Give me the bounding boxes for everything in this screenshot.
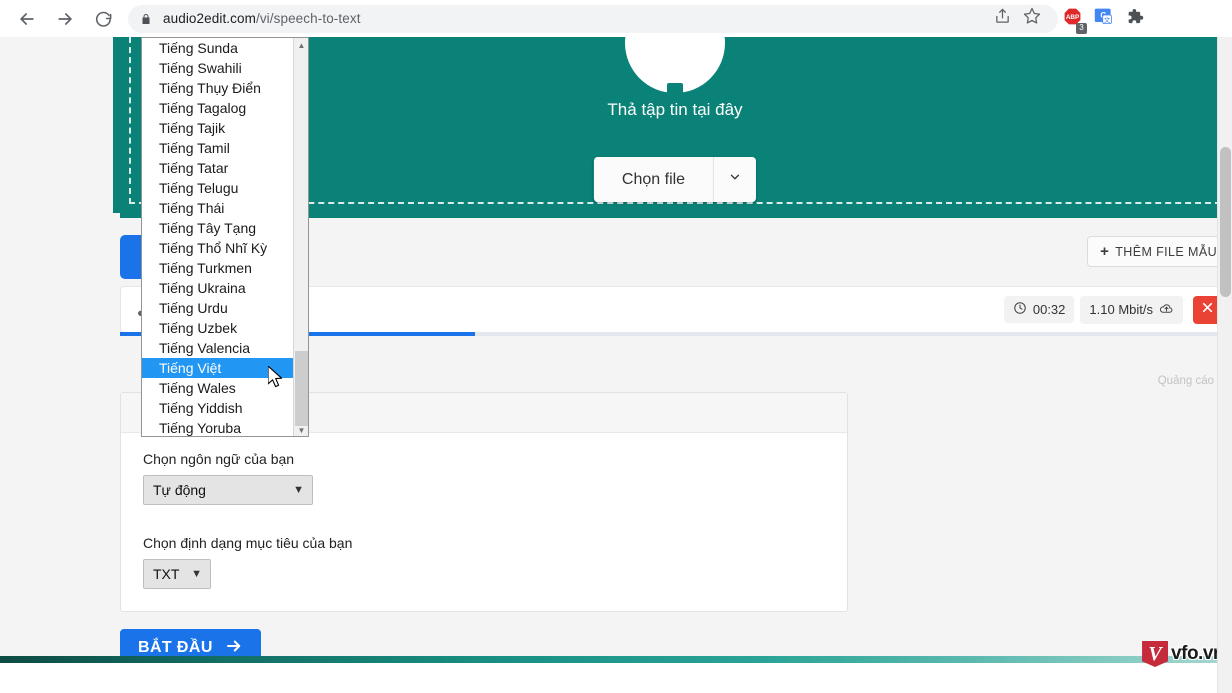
triangle-up-icon[interactable]: ▲	[294, 38, 309, 53]
page-scrollbar[interactable]	[1217, 37, 1232, 693]
language-dropdown-popup[interactable]: Tiếng SundaTiếng SwahiliTiếng Thụy ĐiểnT…	[141, 37, 309, 437]
extensions-button[interactable]	[1120, 5, 1148, 33]
language-option[interactable]: Tiếng Uzbek	[142, 318, 295, 338]
star-icon	[1023, 7, 1041, 30]
language-option[interactable]: Tiếng Sunda	[142, 38, 295, 58]
chevron-down-icon	[728, 170, 742, 189]
choose-file-dropdown-button[interactable]	[714, 157, 756, 202]
add-sample-file-button[interactable]: + THÊM FILE MẪU	[1087, 236, 1230, 267]
svg-text:ABP: ABP	[1065, 13, 1078, 20]
vfo-watermark: V vfo.vn	[1142, 641, 1224, 667]
share-icon	[994, 8, 1011, 30]
clock-icon	[1013, 301, 1027, 318]
start-button-label: BẮT ĐẦU	[138, 639, 213, 657]
upload-time-chip: 00:32	[1004, 296, 1075, 323]
language-dropdown-scrollbar-thumb[interactable]	[295, 351, 308, 426]
page-scrollbar-thumb[interactable]	[1220, 147, 1231, 297]
language-select-label: Chọn ngôn ngữ của bạn	[143, 451, 825, 467]
language-option[interactable]: Tiếng Tây Tạng	[142, 218, 295, 238]
google-translate-icon: G文	[1094, 7, 1113, 31]
forward-button[interactable]	[50, 4, 80, 34]
plus-icon: +	[1100, 244, 1109, 259]
reload-button[interactable]	[88, 4, 118, 34]
footer-white-strip	[0, 663, 1232, 693]
language-option[interactable]: Tiếng Thổ Nhĩ Kỳ	[142, 238, 295, 258]
address-bar[interactable]: audio2edit.com/vi/speech-to-text	[128, 5, 1058, 33]
cloud-upload-icon	[1159, 301, 1174, 319]
extensions-toolbar: ABP 3 G文	[1058, 5, 1148, 33]
screenshot-root: audio2edit.com/vi/speech-to-text ABP	[0, 0, 1232, 693]
back-arrow-icon	[17, 9, 37, 29]
language-select[interactable]: Tự động	[143, 475, 313, 505]
format-select[interactable]: TXT	[143, 559, 211, 589]
close-x-icon	[1201, 301, 1214, 319]
language-option[interactable]: Tiếng Turkmen	[142, 258, 295, 278]
language-option[interactable]: Tiếng Urdu	[142, 298, 295, 318]
language-option[interactable]: Tiếng Thụy Điển	[142, 78, 295, 98]
language-option[interactable]: Tiếng Yiddish	[142, 398, 295, 418]
triangle-down-icon[interactable]: ▼	[294, 423, 309, 437]
language-option[interactable]: Tiếng Swahili	[142, 58, 295, 78]
upload-speed-chip: 1.10 Mbit/s	[1080, 296, 1183, 324]
back-button[interactable]	[12, 4, 42, 34]
ad-label: Quảng cáo	[1158, 375, 1214, 387]
translate-button[interactable]: G文	[1089, 5, 1117, 33]
forward-arrow-icon	[55, 9, 75, 29]
adblock-badge: 3	[1076, 23, 1087, 34]
language-dropdown-scrollbar[interactable]: ▲ ▼	[293, 38, 308, 437]
share-button[interactable]	[988, 5, 1016, 33]
svg-text:文: 文	[1103, 15, 1110, 24]
language-option[interactable]: Tiếng Wales	[142, 378, 295, 398]
language-option[interactable]: Tiếng Tagalog	[142, 98, 295, 118]
language-option[interactable]: Tiếng Valencia	[142, 338, 295, 358]
language-option-list: Tiếng SundaTiếng SwahiliTiếng Thụy ĐiểnT…	[142, 38, 295, 437]
puzzle-extensions-icon	[1125, 7, 1144, 31]
url-path: /vi/speech-to-text	[256, 11, 361, 26]
url-text: audio2edit.com/vi/speech-to-text	[163, 11, 361, 26]
options-card-body: Chọn ngôn ngữ của bạn Tự động ▼ Chọn địn…	[121, 433, 847, 607]
file-meta-group: 00:32 1.10 Mbit/s	[1004, 296, 1229, 324]
format-select-wrap: TXT ▼	[143, 559, 211, 589]
browser-toolbar: audio2edit.com/vi/speech-to-text ABP	[0, 0, 1232, 37]
language-option[interactable]: Tiếng Tatar	[142, 158, 295, 178]
language-option[interactable]: Tiếng Thái	[142, 198, 295, 218]
footer-gradient-bar	[0, 656, 1232, 663]
language-select-wrap: Tự động ▼	[143, 475, 313, 505]
upload-time-value: 00:32	[1033, 302, 1066, 317]
language-option[interactable]: Tiếng Việt	[142, 358, 295, 378]
lock-icon	[140, 12, 152, 26]
choose-file-group: Chọn file	[594, 157, 756, 202]
language-option[interactable]: Tiếng Tajik	[142, 118, 295, 138]
choose-file-button[interactable]: Chọn file	[594, 157, 714, 202]
language-option[interactable]: Tiếng Ukraina	[142, 278, 295, 298]
url-host: audio2edit.com	[163, 11, 256, 26]
language-option[interactable]: Tiếng Yoruba	[142, 418, 295, 437]
vfo-logo-icon: V	[1142, 641, 1168, 667]
format-select-label: Chọn định dạng mục tiêu của bạn	[143, 535, 825, 551]
upload-speed-value: 1.10 Mbit/s	[1089, 302, 1153, 317]
bookmark-button[interactable]	[1018, 5, 1046, 33]
dropzone-left-edge	[113, 37, 120, 213]
language-option[interactable]: Tiếng Tamil	[142, 138, 295, 158]
adblock-button[interactable]: ABP 3	[1058, 5, 1086, 33]
add-sample-file-label: THÊM FILE MẪU	[1115, 245, 1217, 259]
language-option[interactable]: Tiếng Telugu	[142, 178, 295, 198]
reload-icon	[94, 9, 113, 28]
